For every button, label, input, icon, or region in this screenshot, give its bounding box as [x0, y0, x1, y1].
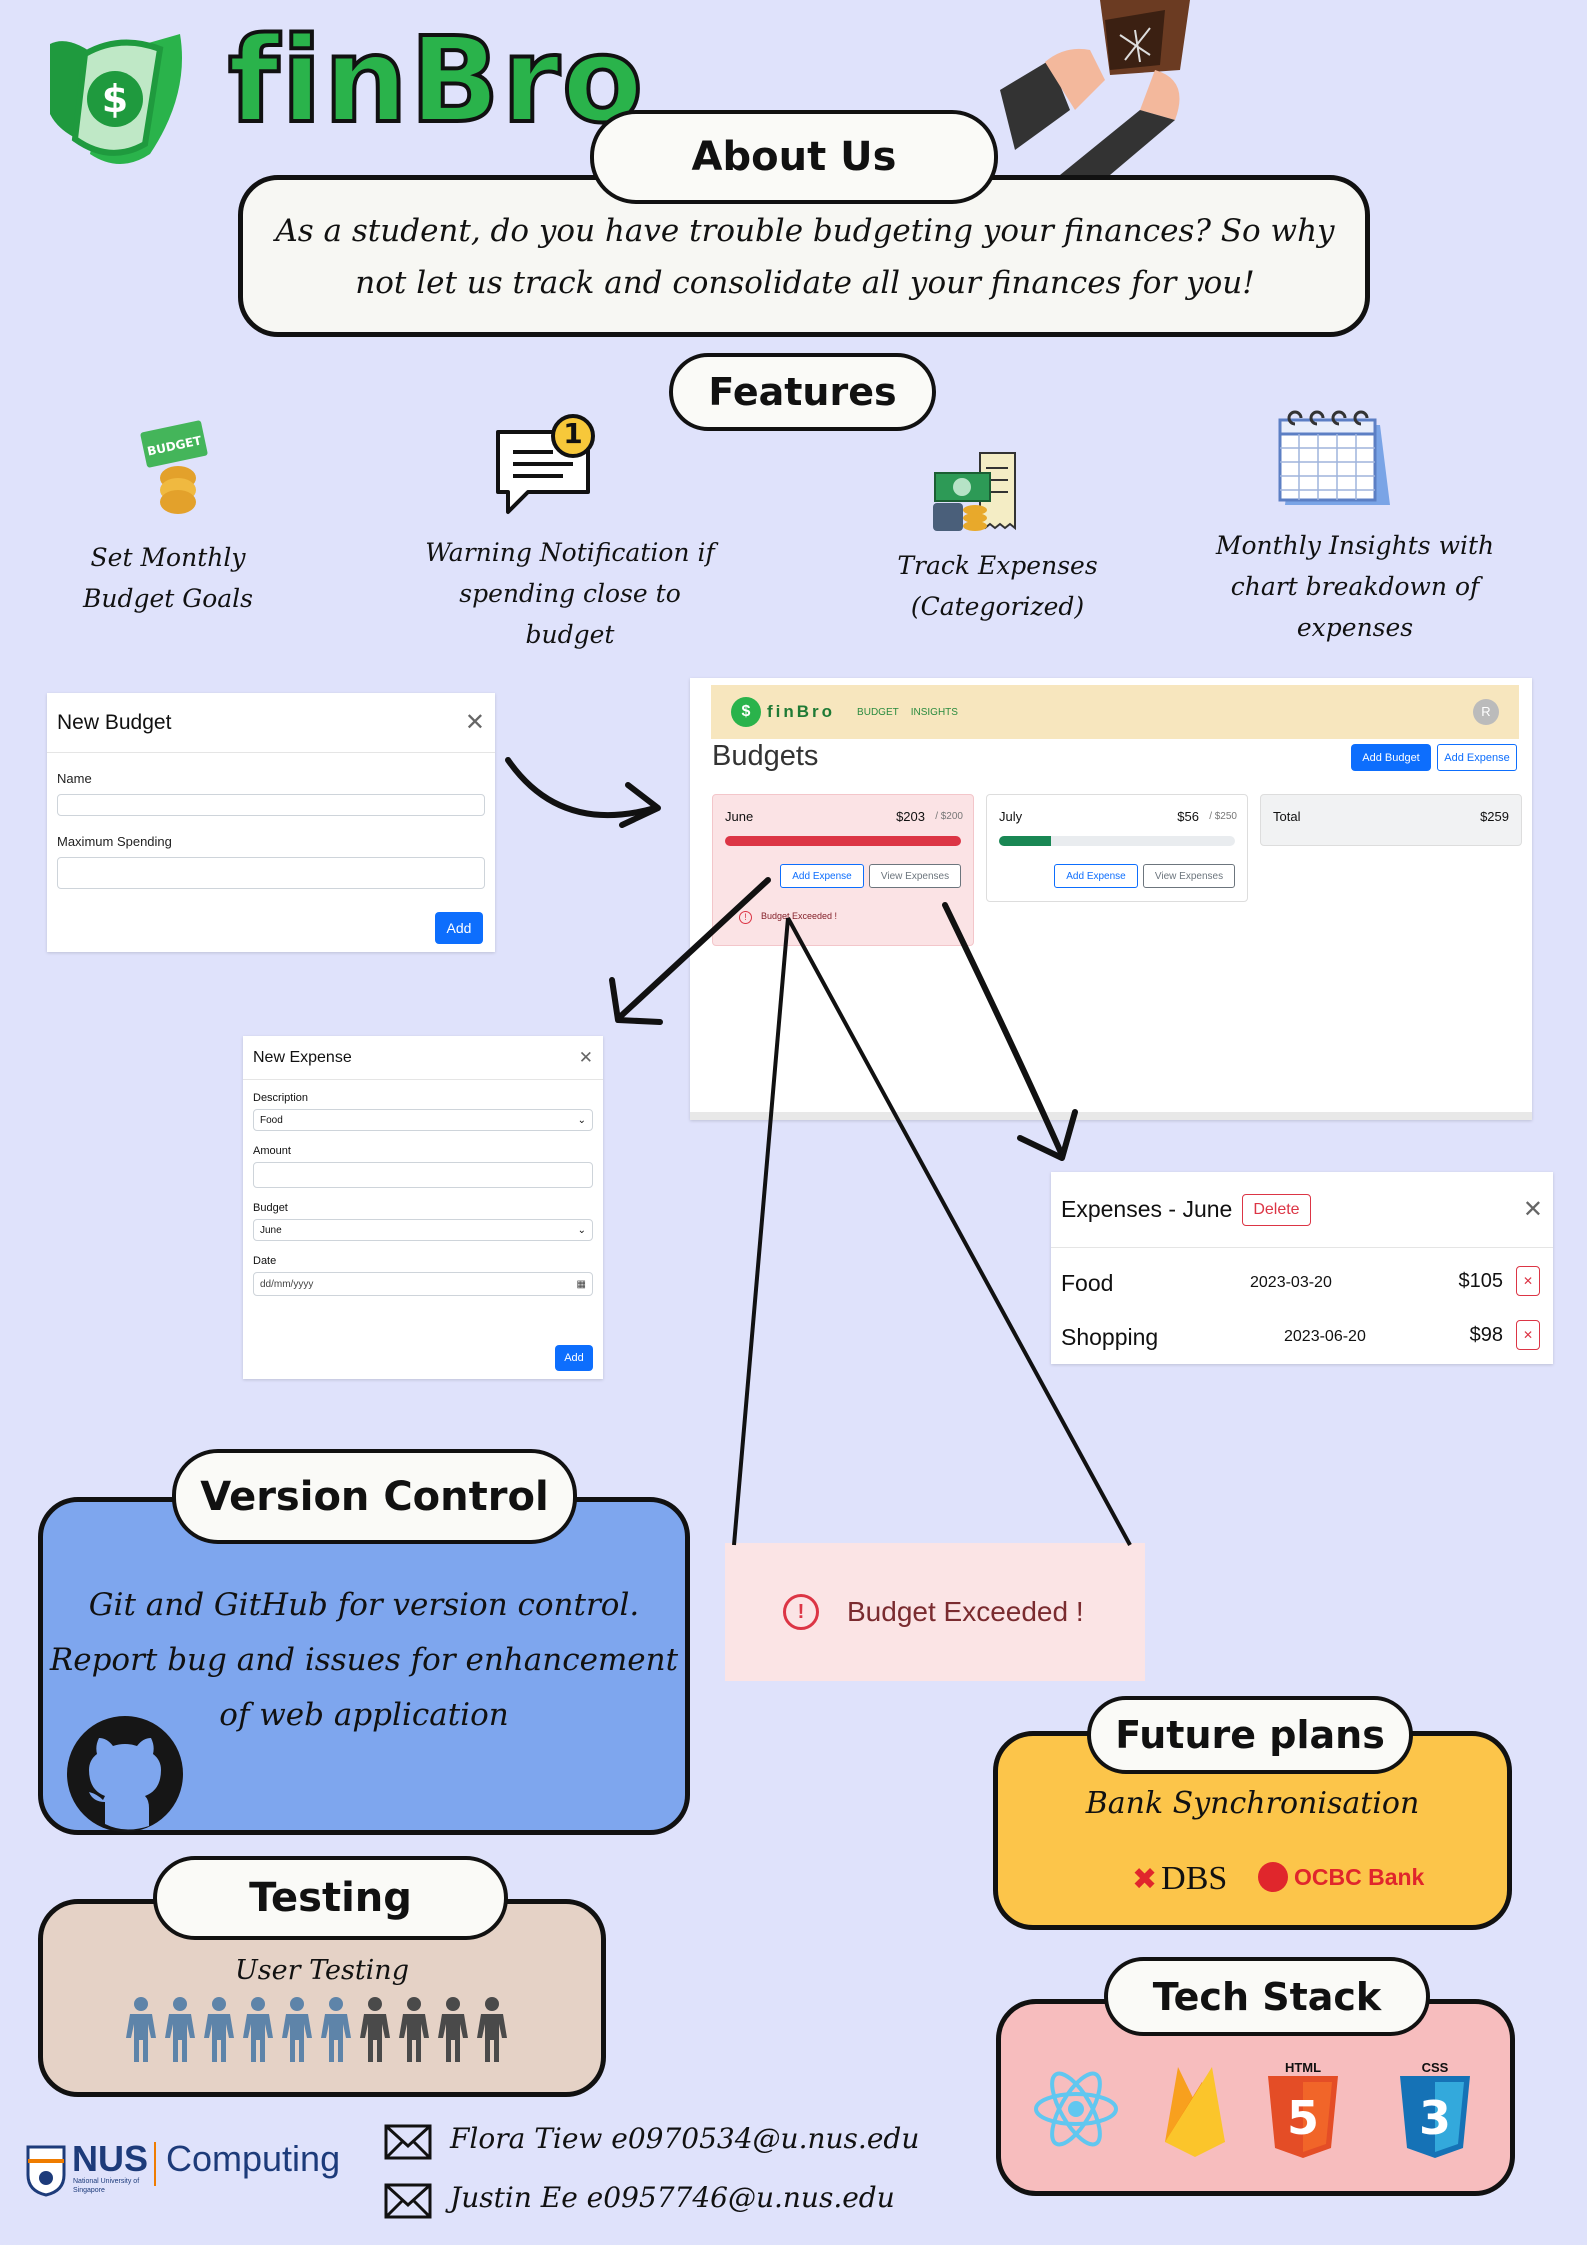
- html5-icon: HTML 5: [1263, 2060, 1343, 2160]
- nus-label: NUS: [72, 2138, 149, 2179]
- email-icon: [384, 2183, 432, 2219]
- dbs-logo: ✖ DBS: [1132, 1860, 1227, 1898]
- future-plans-text: Bank Synchronisation: [1085, 1786, 1420, 1821]
- css3-icon: CSS 3: [1395, 2060, 1475, 2160]
- future-plans-title: Future plans: [1087, 1696, 1413, 1774]
- contact-justin[interactable]: Justin Ee e0957746@u.nus.edu: [450, 2181, 895, 2214]
- computing-label: Computing: [166, 2138, 341, 2179]
- react-icon: [1031, 2064, 1121, 2154]
- tech-stack-title: Tech Stack: [1104, 1957, 1430, 2036]
- svg-text:3: 3: [1419, 2091, 1451, 2145]
- user-testing-people-icon: [124, 1996, 524, 2066]
- contact-flora[interactable]: Flora Tiew e0970534@u.nus.edu: [450, 2122, 919, 2155]
- svg-text:5: 5: [1287, 2091, 1319, 2145]
- dbs-x-icon: ✖: [1132, 1861, 1158, 1897]
- html5-label: HTML: [1284, 2060, 1322, 2075]
- nus-divider: [154, 2142, 156, 2186]
- version-control-title: Version Control: [172, 1449, 577, 1544]
- ocbc-swirl-icon: [1258, 1862, 1288, 1892]
- nus-crest-icon: [26, 2145, 66, 2197]
- testing-text: User Testing: [235, 1955, 409, 1986]
- dbs-label: DBS: [1161, 1860, 1228, 1897]
- firebase-icon: [1160, 2062, 1230, 2157]
- css3-label: CSS: [1421, 2060, 1449, 2075]
- github-icon: [67, 1716, 183, 1832]
- email-icon: [384, 2124, 432, 2160]
- ocbc-label: OCBC Bank: [1294, 1863, 1425, 1890]
- testing-title: Testing: [153, 1856, 508, 1940]
- nus-sub-label: National University of Singapore: [73, 2178, 140, 2194]
- ocbc-logo: OCBC Bank: [1258, 1862, 1424, 1892]
